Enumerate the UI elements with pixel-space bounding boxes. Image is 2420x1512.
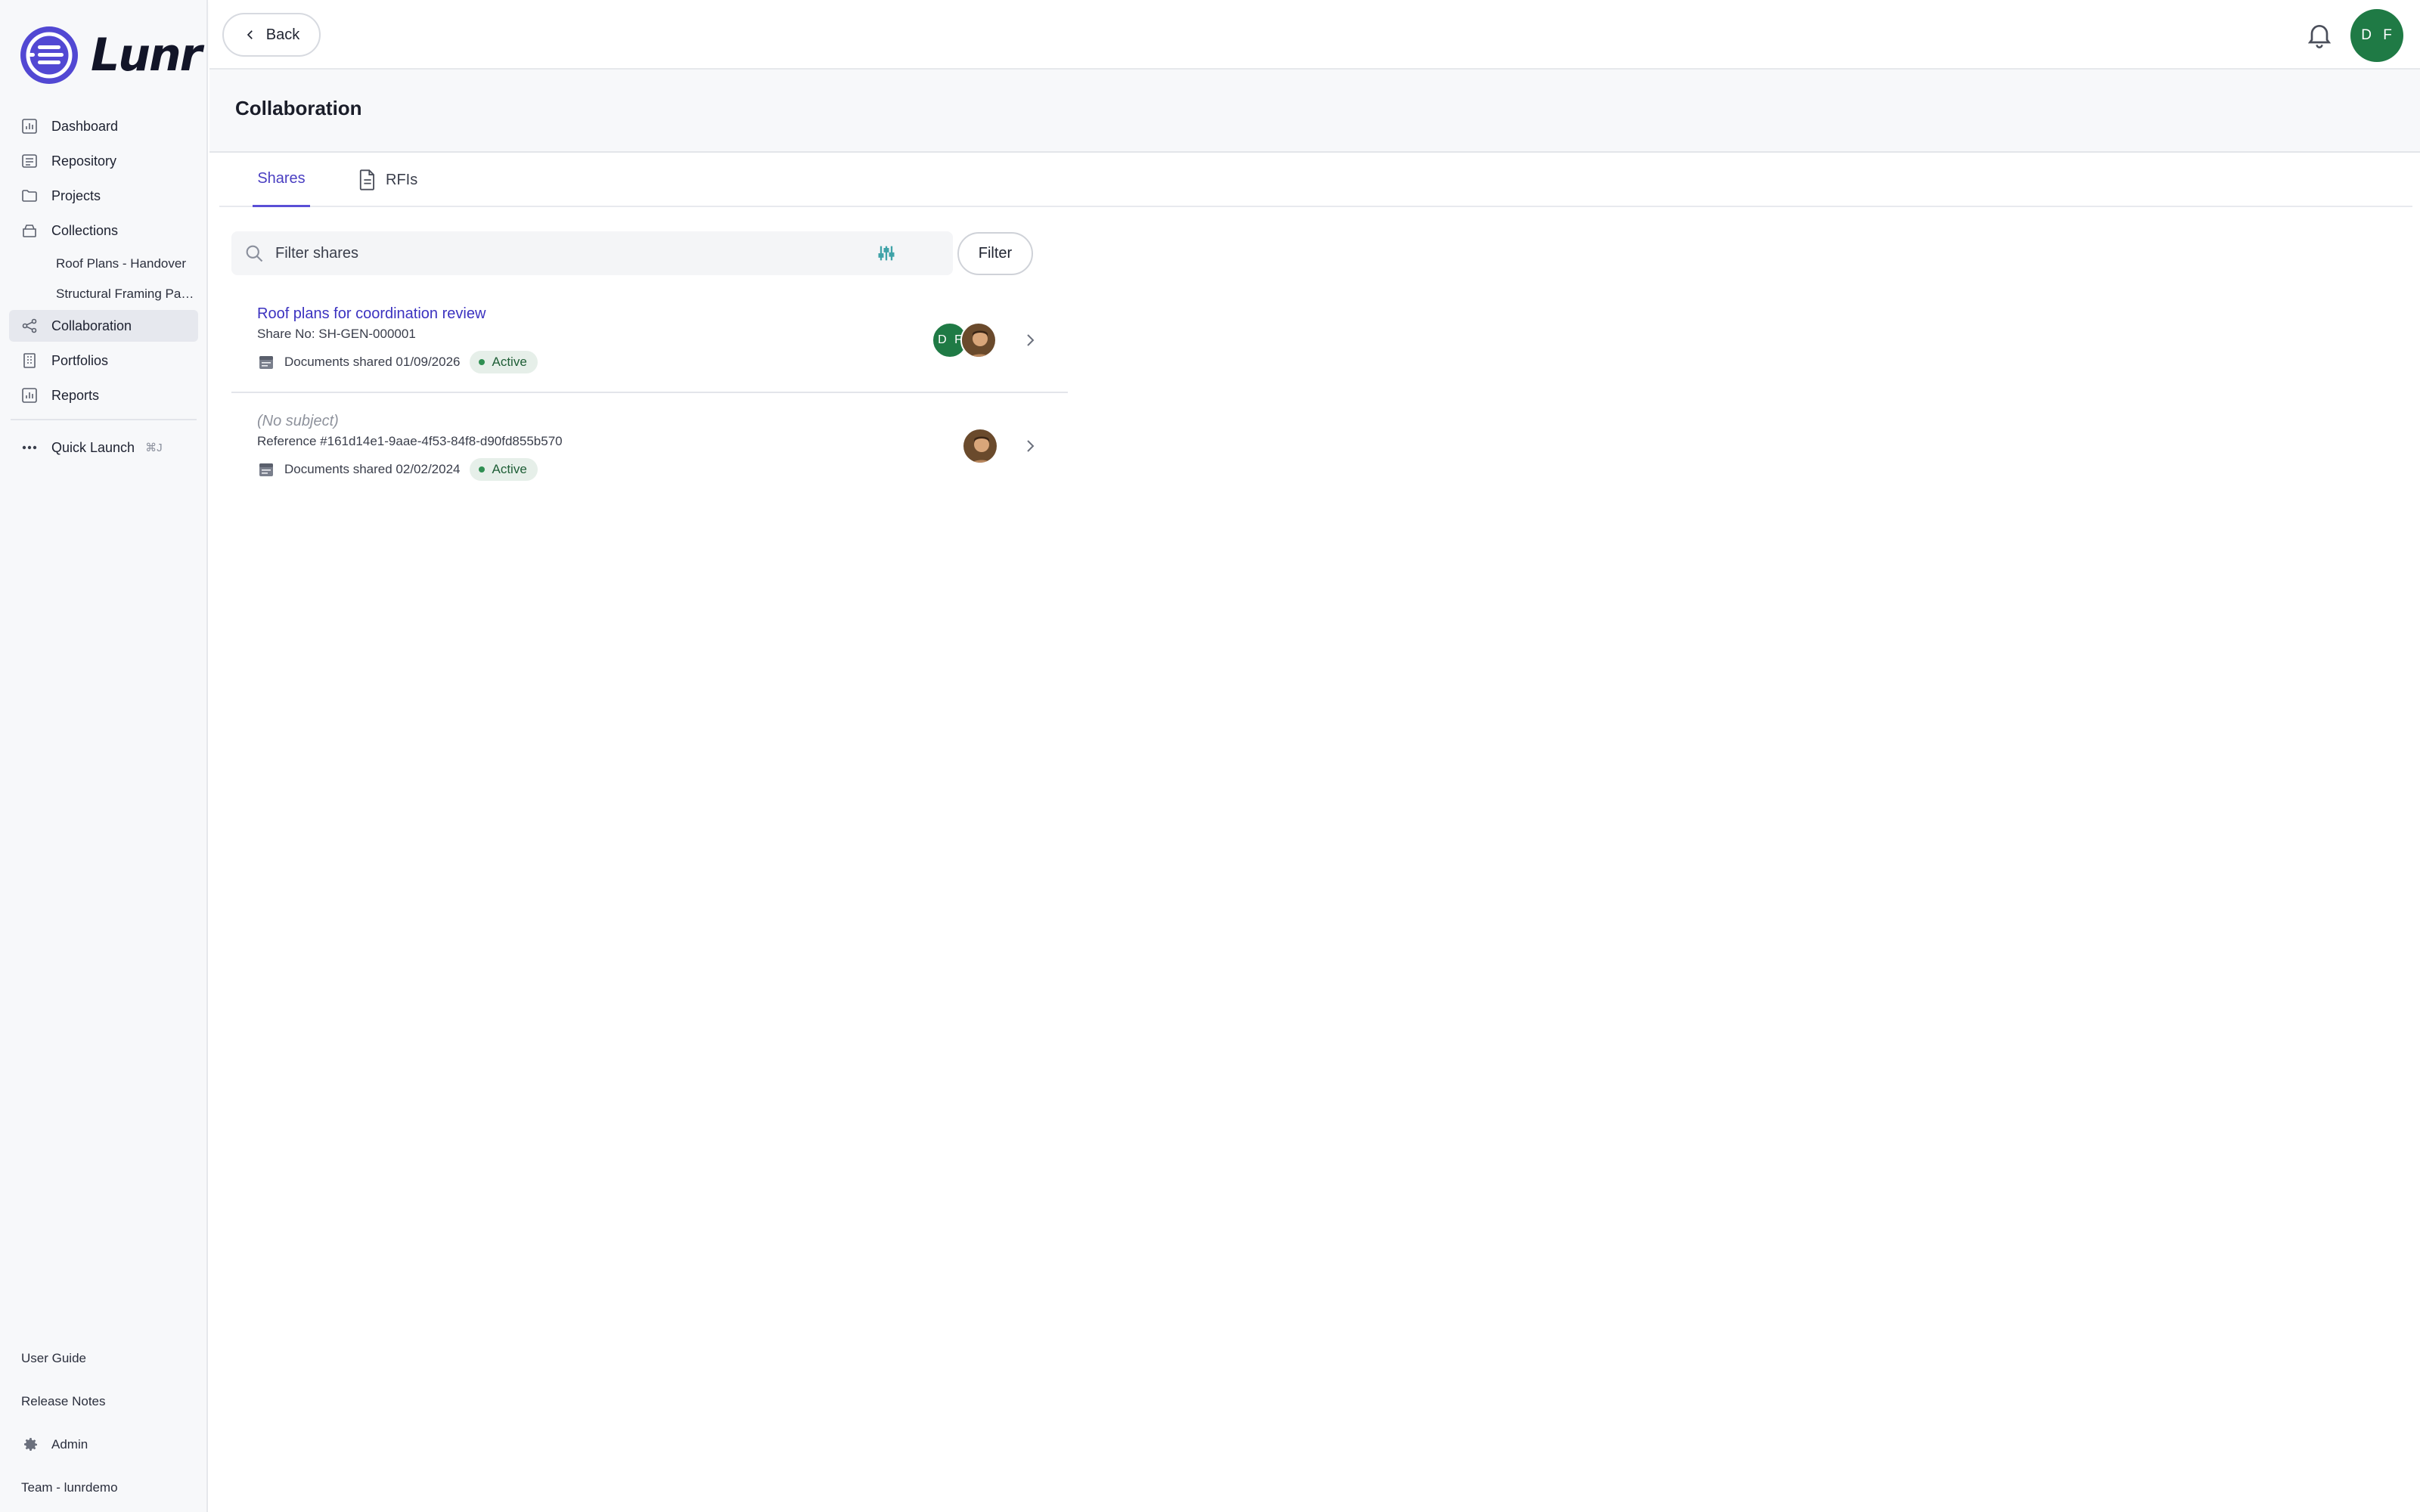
chevron-right-icon[interactable]	[1021, 331, 1039, 349]
sidebar-item-portfolios[interactable]: Portfolios	[9, 345, 198, 376]
lunr-wordmark: Lunr	[91, 29, 202, 82]
collection-icon	[20, 221, 39, 240]
chevron-right-icon[interactable]	[1021, 437, 1039, 455]
share-row[interactable]: (No subject) Reference #161d14e1-9aae-4f…	[231, 401, 1068, 499]
share-date: Documents shared 01/09/2026	[284, 355, 461, 369]
user-avatar[interactable]: D F	[2350, 9, 2403, 62]
sidebar-item-label: Reports	[51, 387, 100, 403]
admin-link[interactable]: Admin	[21, 1423, 195, 1466]
tab-rfis[interactable]: RFIs	[357, 153, 417, 207]
gear-icon	[21, 1435, 39, 1455]
collection-item-roof-plans[interactable]: Roof Plans - Handover	[9, 249, 198, 278]
sidebar-item-label: Collaboration	[51, 318, 132, 333]
collection-item-structural-framing[interactable]: Structural Framing Package	[9, 280, 198, 308]
admin-label: Admin	[51, 1436, 88, 1452]
collection-item-label: Roof Plans - Handover	[56, 256, 186, 271]
share-meta: Documents shared 02/02/2024 Active	[257, 458, 538, 481]
chart-icon	[20, 386, 39, 405]
release-notes-link[interactable]: Release Notes	[21, 1380, 195, 1423]
avatar-photo	[960, 322, 997, 358]
grid-dots-icon	[20, 438, 39, 457]
collection-item-label: Structural Framing Package	[56, 287, 198, 301]
sidebar-nav: Dashboard Repository Projects Collection…	[9, 110, 198, 461]
share-title[interactable]: (No subject)	[257, 413, 339, 430]
share-date: Documents shared 02/02/2024	[284, 462, 461, 476]
sidebar-item-label: Collections	[51, 222, 119, 238]
sidebar-item-repository[interactable]: Repository	[9, 145, 198, 177]
top-bar: Back D F	[209, 0, 2420, 70]
status-dot	[478, 466, 485, 472]
page-header: Collaboration	[209, 70, 2420, 153]
page-title: Collaboration	[235, 97, 362, 119]
search-box	[231, 231, 953, 275]
share-title[interactable]: Roof plans for coordination review	[257, 305, 486, 323]
share-reference: Share No: SH-GEN-000001	[257, 327, 416, 341]
sidebar-item-projects[interactable]: Projects	[9, 180, 198, 212]
building-icon	[20, 351, 39, 370]
lunr-logo-icon	[20, 26, 78, 84]
sidebar-item-collaboration[interactable]: Collaboration	[9, 310, 198, 342]
folder-icon	[20, 186, 39, 206]
team-switcher[interactable]: Team - lunrdemo	[21, 1466, 195, 1509]
sidebar: Lunr Dashboard Repository Projects Colle…	[0, 0, 208, 1512]
user-guide-link[interactable]: User Guide	[21, 1337, 195, 1380]
quick-launch-shortcut: ⌘J	[145, 442, 163, 454]
sidebar-divider	[11, 419, 197, 420]
status-label: Active	[492, 355, 527, 369]
share-reference: Reference #161d14e1-9aae-4f53-84f8-d90fd…	[257, 434, 563, 448]
status-dot	[478, 359, 485, 365]
quick-launch-button[interactable]: Quick Launch ⌘J	[9, 434, 198, 461]
status-badge: Active	[469, 458, 538, 481]
sidebar-bottom-links: User Guide Release Notes Admin Team - lu…	[21, 1337, 195, 1509]
search-input[interactable]	[275, 244, 850, 262]
sidebar-item-label: Portfolios	[51, 352, 109, 368]
sidebar-item-label: Projects	[51, 187, 101, 203]
status-label: Active	[492, 462, 527, 476]
share-row[interactable]: Roof plans for coordination review Share…	[231, 295, 1068, 393]
calendar-icon	[259, 356, 273, 369]
repository-icon	[20, 151, 39, 171]
sliders-icon[interactable]	[876, 243, 897, 264]
share-meta: Documents shared 01/09/2026 Active	[257, 351, 538, 373]
lunr-logo[interactable]: Lunr	[18, 24, 202, 86]
calendar-icon	[259, 463, 273, 476]
chevron-left-icon	[247, 30, 253, 39]
status-badge: Active	[469, 351, 538, 373]
participant-avatars	[962, 428, 998, 464]
sidebar-item-label: Dashboard	[51, 118, 119, 134]
sidebar-item-label: Repository	[51, 153, 117, 169]
back-button[interactable]: Back	[222, 13, 321, 57]
back-button-label: Back	[265, 26, 300, 43]
bell-icon[interactable]	[2304, 20, 2335, 50]
document-icon	[359, 169, 374, 191]
share-icon	[20, 316, 39, 336]
sidebar-item-dashboard[interactable]: Dashboard	[9, 110, 198, 142]
tab-shares[interactable]: Shares	[253, 153, 310, 207]
sidebar-item-reports[interactable]: Reports	[9, 380, 198, 411]
participant-avatars: D F	[932, 322, 997, 358]
search-icon	[246, 245, 263, 262]
tab-label: RFIs	[386, 171, 418, 188]
filter-button[interactable]: Filter	[957, 232, 1033, 275]
tab-label: Shares	[257, 170, 306, 187]
quick-launch-label: Quick Launch	[51, 439, 135, 455]
avatar-photo	[962, 428, 998, 464]
chart-icon	[20, 116, 39, 136]
sidebar-item-collections[interactable]: Collections	[9, 215, 198, 246]
tab-bar: Shares RFIs	[219, 153, 2412, 207]
